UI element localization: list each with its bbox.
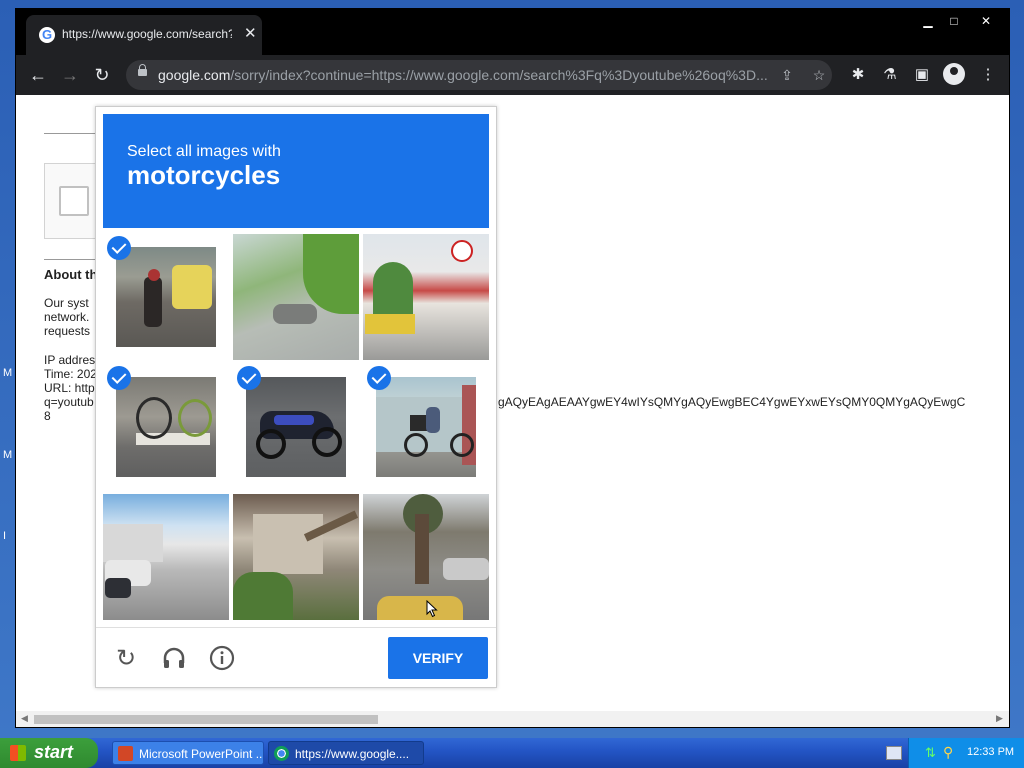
google-favicon-icon: [39, 27, 55, 43]
powerpoint-icon: [118, 746, 133, 761]
lock-icon: [138, 64, 147, 76]
captcha-tile-7[interactable]: [103, 494, 229, 620]
captcha-tile-1[interactable]: [116, 247, 216, 347]
network-icon[interactable]: ⇅: [925, 745, 936, 761]
time-line: Time: 202: [44, 367, 97, 381]
close-button[interactable]: ✕: [972, 11, 1000, 31]
browser-tab[interactable]: https://www.google.com/search?q= ✕: [26, 15, 262, 55]
side-panel-icon[interactable]: ▣: [910, 63, 934, 87]
captcha-footer-divider: [96, 627, 496, 628]
share-icon[interactable]: ⇪: [777, 65, 797, 85]
taskbar: start Microsoft PowerPoint ... https://w…: [0, 738, 1024, 768]
body-line: Our syst: [44, 296, 89, 310]
desktop-icon-label: M: [3, 449, 13, 461]
scrollbar-thumb[interactable]: [34, 715, 378, 724]
tile-6-selected-check-icon: [367, 366, 391, 390]
labs-flask-icon[interactable]: ⚗: [878, 63, 902, 87]
tile-1-selected-check-icon: [107, 236, 131, 260]
captcha-tile-5[interactable]: [246, 377, 346, 477]
audio-challenge-icon[interactable]: [160, 645, 188, 673]
title-bar: https://www.google.com/search?q= ✕ ▁ □ ✕: [16, 9, 1009, 55]
scroll-right-icon[interactable]: ▶: [996, 713, 1003, 724]
chrome-icon: [274, 746, 289, 761]
maximize-button[interactable]: □: [940, 11, 968, 31]
about-heading: About th: [44, 267, 98, 282]
horizontal-scrollbar[interactable]: ◀ ▶: [16, 711, 1009, 727]
captcha-tile-3[interactable]: [363, 234, 489, 360]
captcha-tile-2[interactable]: [233, 234, 359, 360]
body-line: network.: [44, 310, 90, 324]
extensions-icon[interactable]: ✱: [846, 63, 870, 87]
windows-logo-icon: [10, 745, 26, 761]
keyboard-icon[interactable]: [886, 746, 902, 760]
forward-icon[interactable]: →: [58, 63, 82, 87]
body-line: requests: [44, 324, 91, 338]
captcha-target: motorcycles: [127, 160, 281, 190]
reload-page-icon[interactable]: ↻: [90, 63, 114, 87]
browser-toolbar: ← → ↻ google.com/sorry/index?continue=ht…: [16, 55, 1009, 95]
bookmark-star-icon[interactable]: ☆: [809, 65, 829, 85]
url-param-text: gAQyEAgAEAAYgwEY4wIYsQMYgAQyEwgBEC4YgwEY…: [498, 395, 966, 409]
desktop-icon-label: I: [3, 530, 7, 542]
reload-icon[interactable]: ↻: [112, 645, 140, 673]
captcha-tile-6[interactable]: [376, 377, 476, 477]
scroll-left-icon[interactable]: ◀: [21, 713, 28, 724]
recaptcha-checkbox[interactable]: [59, 186, 89, 216]
taskbar-item-powerpoint[interactable]: Microsoft PowerPoint ...: [112, 741, 264, 765]
captcha-header: Select all images with motorcycles: [103, 114, 489, 228]
captcha-instruction: Select all images with: [127, 143, 281, 160]
verify-button[interactable]: VERIFY: [388, 637, 488, 679]
info-icon[interactable]: [208, 645, 236, 673]
menu-kebab-icon[interactable]: ⋮: [976, 63, 1000, 87]
profile-avatar[interactable]: [943, 63, 965, 85]
start-button[interactable]: start: [0, 738, 98, 768]
system-tray: ⇅ ⚲ 12:33 PM: [908, 738, 1024, 768]
mouse-cursor-icon: [426, 600, 438, 618]
url-line: q=youtub: [44, 395, 94, 409]
tab-title: https://www.google.com/search?q=: [62, 27, 232, 41]
tab-close-icon[interactable]: ✕: [244, 24, 257, 42]
minimize-button[interactable]: ▁: [914, 11, 942, 31]
tile-4-selected-check-icon: [107, 366, 131, 390]
url-line: URL: http: [44, 381, 95, 395]
url-text[interactable]: google.com/sorry/index?continue=https://…: [158, 67, 768, 83]
address-bar[interactable]: google.com/sorry/index?continue=https://…: [126, 60, 832, 90]
captcha-tile-4[interactable]: [116, 377, 216, 477]
back-icon[interactable]: ←: [26, 63, 50, 87]
ip-line: IP addres: [44, 353, 96, 367]
search-icon[interactable]: ⚲: [943, 744, 953, 761]
clock: 12:33 PM: [967, 746, 1015, 758]
taskbar-item-chrome[interactable]: https://www.google....: [268, 741, 424, 765]
tile-5-selected-check-icon: [237, 366, 261, 390]
captcha-tile-8[interactable]: [233, 494, 359, 620]
url-line: 8: [44, 409, 51, 423]
desktop-icon-label: M: [3, 367, 13, 379]
